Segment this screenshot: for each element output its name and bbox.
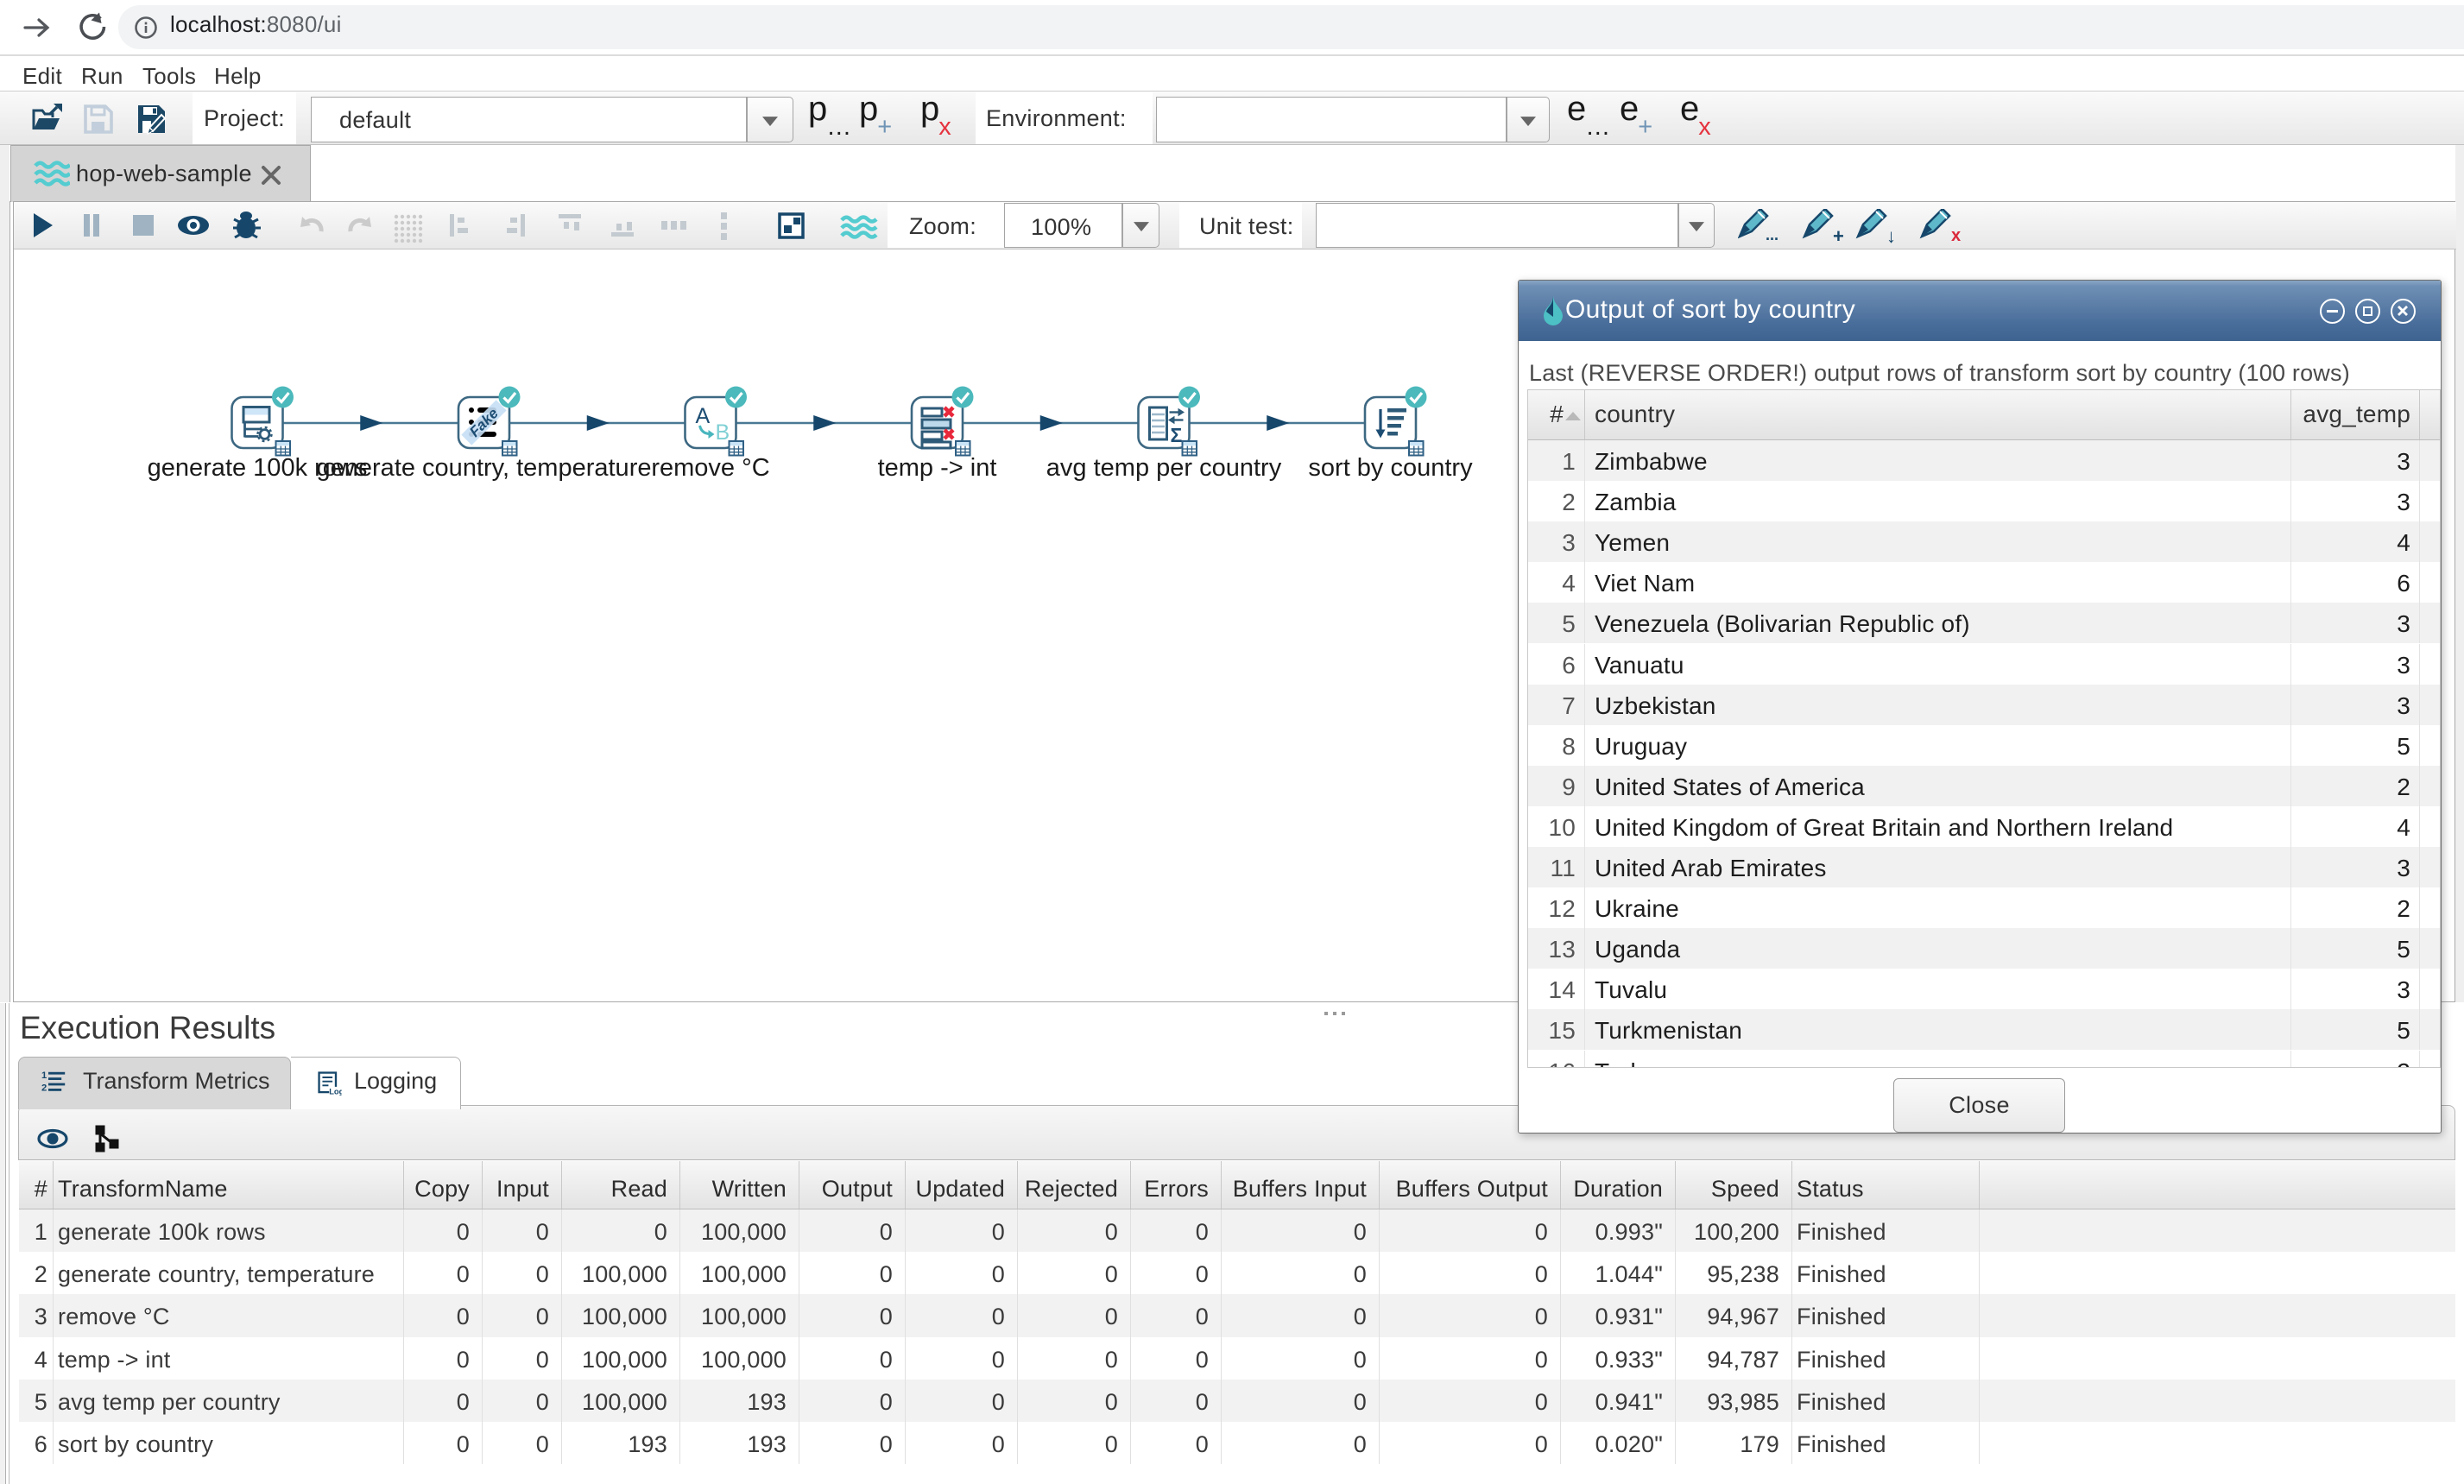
svg-text:avg temp per country: avg temp per country xyxy=(1046,454,1282,482)
svg-text:2: 2 xyxy=(41,1083,47,1093)
svg-text:B: B xyxy=(716,420,730,445)
svg-text:x: x xyxy=(1951,226,1961,243)
svg-text:remove °C: remove °C xyxy=(651,454,769,482)
svg-text:A: A xyxy=(696,404,711,428)
svg-text:temp -> int: temp -> int xyxy=(878,454,997,482)
svg-text:...: ... xyxy=(1766,226,1779,243)
svg-text:1: 1 xyxy=(41,1070,47,1081)
svg-text:generate country, temperature: generate country, temperature xyxy=(317,454,652,482)
svg-text:sort by country: sort by country xyxy=(1308,454,1473,482)
svg-text:Log: Log xyxy=(329,1087,342,1096)
svg-text:Σ: Σ xyxy=(1171,424,1183,446)
svg-text:↓: ↓ xyxy=(1886,225,1896,243)
svg-text:+: + xyxy=(1833,225,1844,243)
